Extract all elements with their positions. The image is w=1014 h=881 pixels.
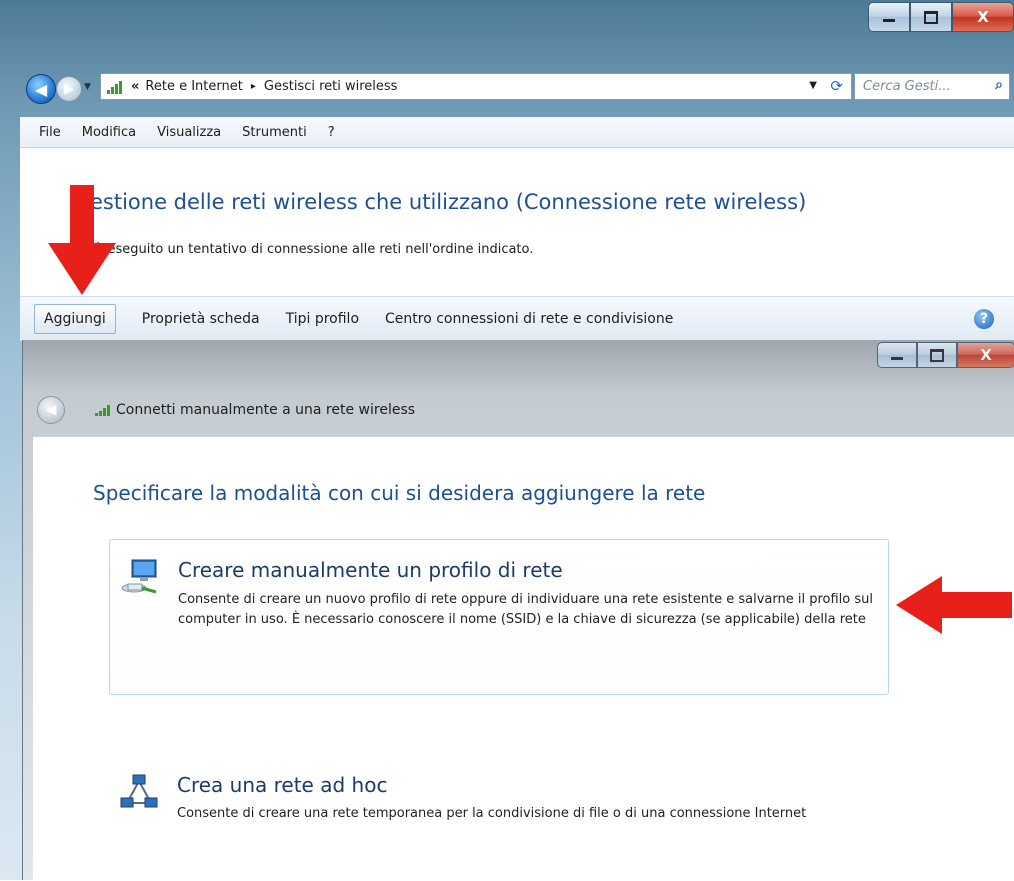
close-button[interactable]: X xyxy=(952,2,1014,32)
wireless-signal-icon xyxy=(107,80,125,94)
dialog-minimize-button[interactable] xyxy=(877,342,917,368)
option-create-profile-description: Consente di creare un nuovo profilo di r… xyxy=(178,592,874,627)
menu-file[interactable]: File xyxy=(39,125,61,140)
back-arrow-icon: ◀ xyxy=(45,402,57,418)
minimize-icon xyxy=(891,357,903,360)
menu-bar: File Modifica Visualizza Strumenti ? xyxy=(20,117,1014,148)
dialog-maximize-button[interactable] xyxy=(917,342,957,368)
address-overflow-chevron[interactable]: « xyxy=(131,79,139,94)
menu-visualizza[interactable]: Visualizza xyxy=(157,125,221,140)
option-adhoc-title[interactable]: Crea una rete ad hoc xyxy=(177,773,387,797)
dialog-caption-buttons: X xyxy=(877,342,1014,368)
search-input[interactable]: Cerca Gesti... ⌕ xyxy=(854,73,1010,100)
red-arrow-down-icon xyxy=(48,185,116,295)
dialog-title-text: Connetti manualmente a una rete wireless xyxy=(116,402,416,418)
page-subtitle: rà eseguito un tentativo di connessione … xyxy=(90,242,534,257)
dialog-heading: Specificare la modalità con cui si desid… xyxy=(93,481,706,505)
option-adhoc-network[interactable]: Crea una rete ad hoc Consente di creare … xyxy=(109,767,887,857)
help-icon[interactable]: ? xyxy=(974,309,994,329)
menu-help[interactable]: ? xyxy=(328,125,335,140)
dialog-close-button[interactable]: X xyxy=(957,342,1014,368)
explorer-content: estione delle reti wireless che utilizza… xyxy=(20,148,1014,296)
back-arrow-icon: ◀ xyxy=(34,79,48,99)
navigation-bar: ◀ ▶ ▼ « Rete e Internet ▸ Gestisci reti … xyxy=(10,71,1014,107)
option-adhoc-description: Consente di creare una rete temporanea p… xyxy=(177,806,807,821)
back-button[interactable]: ◀ xyxy=(26,74,56,104)
forward-button[interactable]: ▶ xyxy=(56,76,82,102)
search-icon[interactable]: ⌕ xyxy=(995,77,1003,93)
centro-connessioni-button[interactable]: Centro connessioni di rete e condivision… xyxy=(385,311,673,327)
page-title: estione delle reti wireless che utilizza… xyxy=(90,190,807,214)
wireless-signal-icon xyxy=(95,404,110,416)
search-placeholder: Cerca Gesti... xyxy=(863,79,951,94)
command-bar: Aggiungi Proprietà scheda Tipi profilo C… xyxy=(20,296,1014,341)
close-icon: X xyxy=(980,346,992,364)
breadcrumb-gestisci-reti[interactable]: Gestisci reti wireless xyxy=(264,79,398,94)
minimize-icon xyxy=(883,19,895,22)
connect-manually-dialog: X ◀ Connetti manualmente a una rete wire… xyxy=(22,340,1014,881)
minimize-button[interactable] xyxy=(868,2,910,32)
dialog-title: Connetti manualmente a una rete wireless xyxy=(95,402,415,418)
option-create-profile[interactable]: Creare manualmente un profilo di rete Co… xyxy=(109,539,889,695)
aggiungi-button[interactable]: Aggiungi xyxy=(34,304,116,334)
forward-arrow-icon: ▶ xyxy=(64,81,74,97)
menu-modifica[interactable]: Modifica xyxy=(82,125,136,140)
red-arrow-left-icon xyxy=(896,576,1012,634)
breadcrumb-separator-icon[interactable]: ▸ xyxy=(251,81,256,92)
address-bar[interactable]: « Rete e Internet ▸ Gestisci reti wirele… xyxy=(100,73,852,100)
menu-strumenti[interactable]: Strumenti xyxy=(242,125,307,140)
adhoc-network-icon xyxy=(120,774,158,808)
network-computer-icon xyxy=(121,559,157,594)
maximize-button[interactable] xyxy=(910,2,952,32)
window-caption-buttons: X xyxy=(868,2,1014,34)
address-dropdown-icon[interactable]: ▼ xyxy=(809,80,817,91)
maximize-icon xyxy=(924,10,938,24)
option-create-profile-title[interactable]: Creare manualmente un profilo di rete xyxy=(178,558,563,582)
recent-pages-dropdown[interactable]: ▼ xyxy=(84,82,91,92)
dialog-back-button[interactable]: ◀ xyxy=(37,396,65,424)
dialog-body: Specificare la modalità con cui si desid… xyxy=(33,436,1014,881)
proprieta-scheda-button[interactable]: Proprietà scheda xyxy=(142,311,260,327)
breadcrumb-rete-internet[interactable]: Rete e Internet xyxy=(145,79,242,94)
close-icon: X xyxy=(977,8,989,26)
tipi-profilo-button[interactable]: Tipi profilo xyxy=(286,311,359,327)
refresh-icon[interactable]: ⟳ xyxy=(830,77,843,95)
maximize-icon xyxy=(930,348,944,362)
